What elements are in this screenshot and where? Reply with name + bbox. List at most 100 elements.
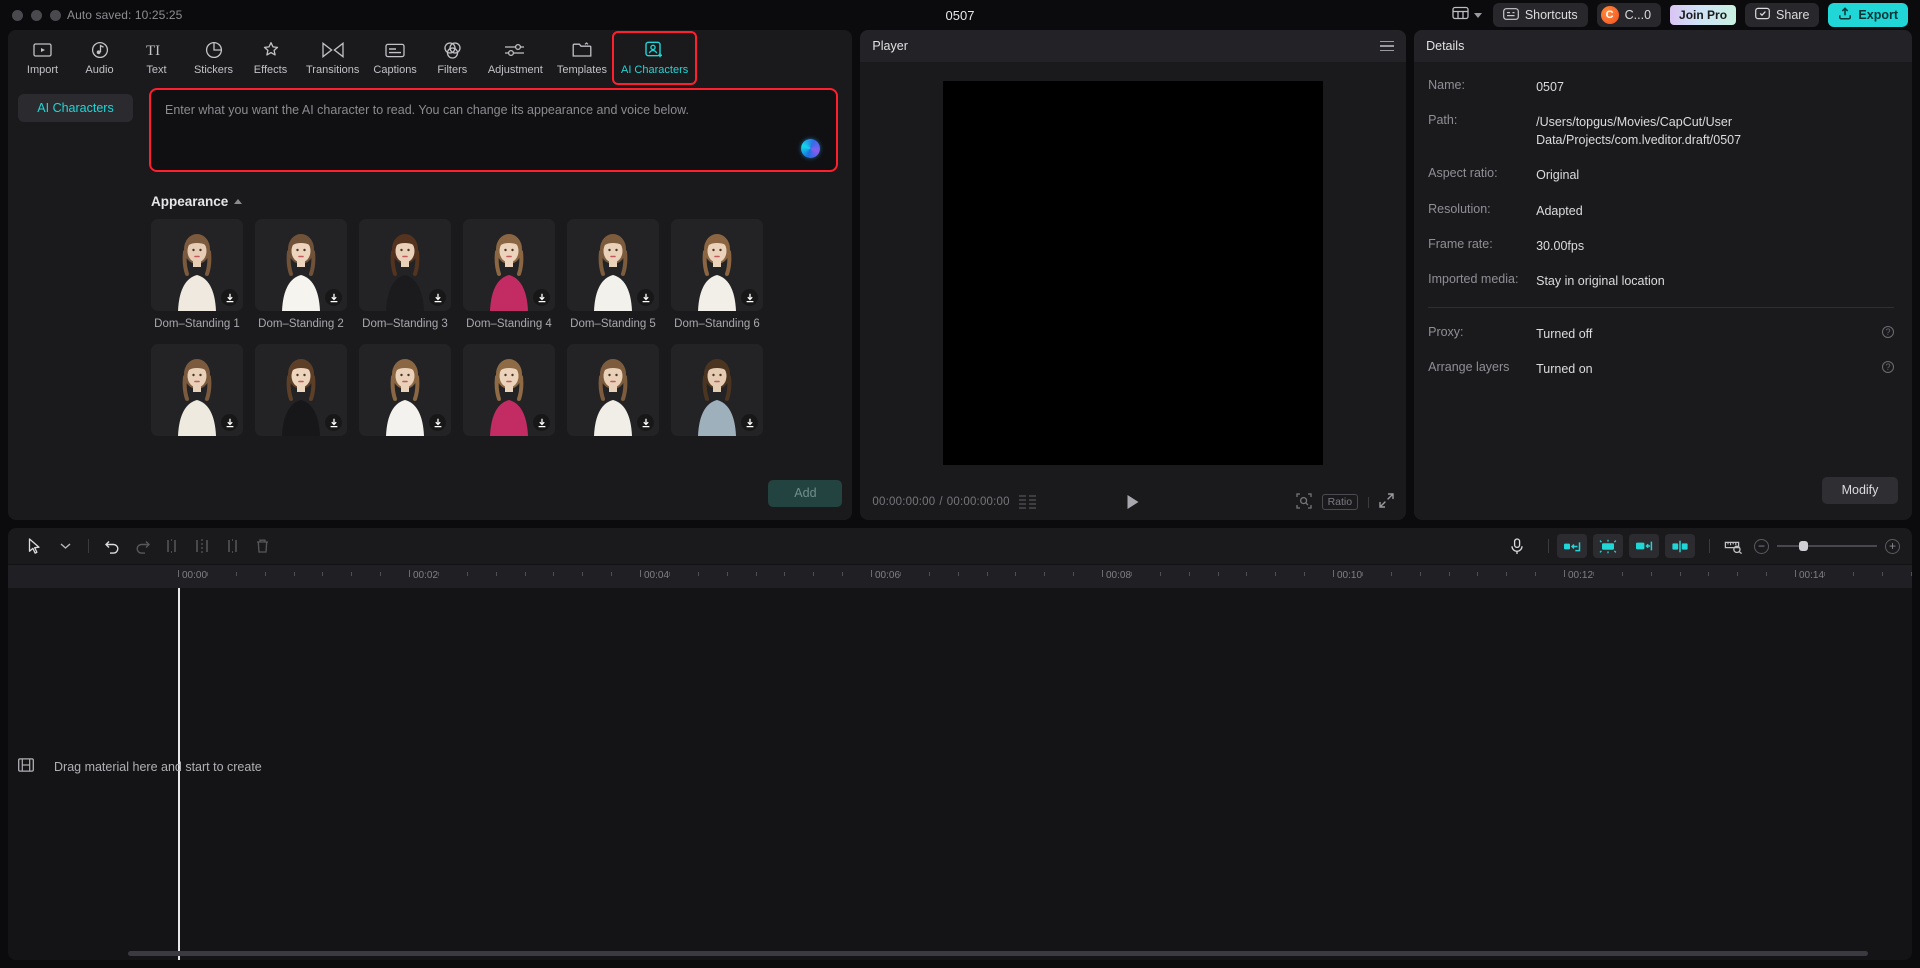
timeline-ruler[interactable]: 00:0000:0200:0400:0600:0800:1000:1200:14 <box>8 564 1912 588</box>
account-button[interactable]: C C...0 <box>1597 3 1661 27</box>
tab-ai-characters[interactable]: AI Characters <box>614 33 695 83</box>
download-icon[interactable] <box>221 414 238 431</box>
help-icon[interactable]: ? <box>1882 361 1894 373</box>
script-input-box[interactable]: Enter what you want the AI character to … <box>149 88 838 172</box>
appearance-card[interactable] <box>359 344 451 443</box>
appearance-card[interactable] <box>255 344 347 443</box>
appearance-thumbnail[interactable] <box>255 344 347 436</box>
sidebar-item-ai-characters[interactable]: AI Characters <box>18 94 133 122</box>
tab-captions[interactable]: Captions <box>366 33 423 83</box>
details-value: Turned on <box>1536 360 1593 378</box>
mirror-split-icon[interactable] <box>1665 534 1695 558</box>
tab-import[interactable]: Import <box>14 33 71 83</box>
appearance-card[interactable]: Dom–Standing 4 <box>463 219 555 330</box>
close-window-button[interactable] <box>12 10 23 21</box>
download-icon[interactable] <box>533 414 550 431</box>
tab-text[interactable]: TI Text <box>128 33 185 83</box>
appearance-card[interactable] <box>463 344 555 443</box>
minimize-window-button[interactable] <box>31 10 42 21</box>
zoom-knob[interactable] <box>1799 541 1808 551</box>
timeline-zoom-slider[interactable]: − + <box>1754 539 1900 554</box>
hamburger-icon[interactable] <box>1380 41 1394 52</box>
appearance-thumbnail[interactable] <box>463 219 555 311</box>
download-icon[interactable] <box>325 414 342 431</box>
add-button[interactable]: Add <box>768 480 842 507</box>
download-icon[interactable] <box>637 414 654 431</box>
download-icon[interactable] <box>741 414 758 431</box>
download-icon[interactable] <box>533 289 550 306</box>
tab-templates[interactable]: Templates <box>550 33 614 83</box>
appearance-thumbnail[interactable] <box>151 219 243 311</box>
tool-chevron-down-icon[interactable] <box>50 533 80 559</box>
download-icon[interactable] <box>741 289 758 306</box>
ai-orb-icon[interactable] <box>801 139 820 158</box>
redo-icon[interactable] <box>127 533 157 559</box>
play-button[interactable] <box>1128 495 1139 509</box>
split-left-icon[interactable] <box>157 533 187 559</box>
appearance-card[interactable]: Dom–Standing 1 <box>151 219 243 330</box>
zoom-in-icon[interactable]: + <box>1885 539 1900 554</box>
appearance-card[interactable]: Dom–Standing 5 <box>567 219 659 330</box>
divider <box>88 539 89 553</box>
ruler-measure-icon[interactable] <box>1718 533 1748 559</box>
ratio-button[interactable]: Ratio <box>1322 494 1359 510</box>
tab-audio[interactable]: Audio <box>71 33 128 83</box>
shortcuts-button[interactable]: Shortcuts <box>1493 3 1588 27</box>
window-traffic-lights[interactable] <box>12 10 61 21</box>
download-icon[interactable] <box>429 289 446 306</box>
ai-characters-icon <box>645 40 664 60</box>
download-icon[interactable] <box>637 289 654 306</box>
appearance-card[interactable]: Dom–Standing 6 <box>671 219 763 330</box>
appearance-thumbnail[interactable] <box>567 219 659 311</box>
timeline-canvas[interactable]: Drag material here and start to create <box>8 588 1912 960</box>
split-right-icon[interactable] <box>217 533 247 559</box>
auto-cut-icon[interactable] <box>1593 534 1623 558</box>
appearance-card[interactable] <box>567 344 659 443</box>
export-button[interactable]: Export <box>1828 3 1908 27</box>
appearance-card[interactable] <box>671 344 763 443</box>
details-value: Adapted <box>1536 202 1583 220</box>
fullscreen-icon[interactable] <box>1379 493 1394 511</box>
tab-filters[interactable]: Filters <box>424 33 481 83</box>
help-icon[interactable]: ? <box>1882 326 1894 338</box>
tab-adjustment[interactable]: Adjustment <box>481 33 550 83</box>
details-value: Stay in original location <box>1536 272 1665 290</box>
maximize-window-button[interactable] <box>50 10 61 21</box>
appearance-thumbnail[interactable] <box>151 344 243 436</box>
appearance-thumbnail[interactable] <box>671 219 763 311</box>
undo-icon[interactable] <box>97 533 127 559</box>
appearance-card[interactable]: Dom–Standing 2 <box>255 219 347 330</box>
delete-icon[interactable] <box>247 533 277 559</box>
select-cursor-icon[interactable] <box>20 533 50 559</box>
microphone-icon[interactable] <box>1502 533 1532 559</box>
playback-lines-icon[interactable] <box>1019 495 1036 509</box>
download-icon[interactable] <box>221 289 238 306</box>
appearance-card[interactable] <box>151 344 243 443</box>
appearance-thumbnail[interactable] <box>567 344 659 436</box>
tab-transitions[interactable]: Transitions <box>299 33 366 83</box>
download-icon[interactable] <box>429 414 446 431</box>
appearance-thumbnail[interactable] <box>359 219 451 311</box>
split-icon[interactable] <box>187 533 217 559</box>
timeline-empty-state[interactable]: Drag material here and start to create <box>18 758 262 775</box>
crop-fit-icon[interactable] <box>1629 534 1659 558</box>
layout-switch-button[interactable] <box>1450 3 1484 28</box>
tab-stickers[interactable]: Stickers <box>185 33 242 83</box>
zoom-out-icon[interactable]: − <box>1754 539 1769 554</box>
share-button[interactable]: Share <box>1745 3 1819 27</box>
appearance-thumbnail[interactable] <box>359 344 451 436</box>
appearance-thumbnail[interactable] <box>463 344 555 436</box>
video-canvas[interactable] <box>943 81 1323 465</box>
modify-button[interactable]: Modify <box>1822 477 1898 504</box>
appearance-card[interactable]: Dom–Standing 3 <box>359 219 451 330</box>
attach-clip-icon[interactable] <box>1557 534 1587 558</box>
appearance-thumbnail[interactable] <box>255 219 347 311</box>
zoom-crop-icon[interactable] <box>1296 493 1312 512</box>
download-icon[interactable] <box>325 289 342 306</box>
chevron-up-icon[interactable] <box>234 199 242 204</box>
zoom-track[interactable] <box>1777 545 1877 547</box>
tab-effects[interactable]: Effects <box>242 33 299 83</box>
appearance-thumbnail[interactable] <box>671 344 763 436</box>
join-pro-button[interactable]: Join Pro <box>1670 5 1736 25</box>
horizontal-scrollbar[interactable] <box>128 951 1868 956</box>
